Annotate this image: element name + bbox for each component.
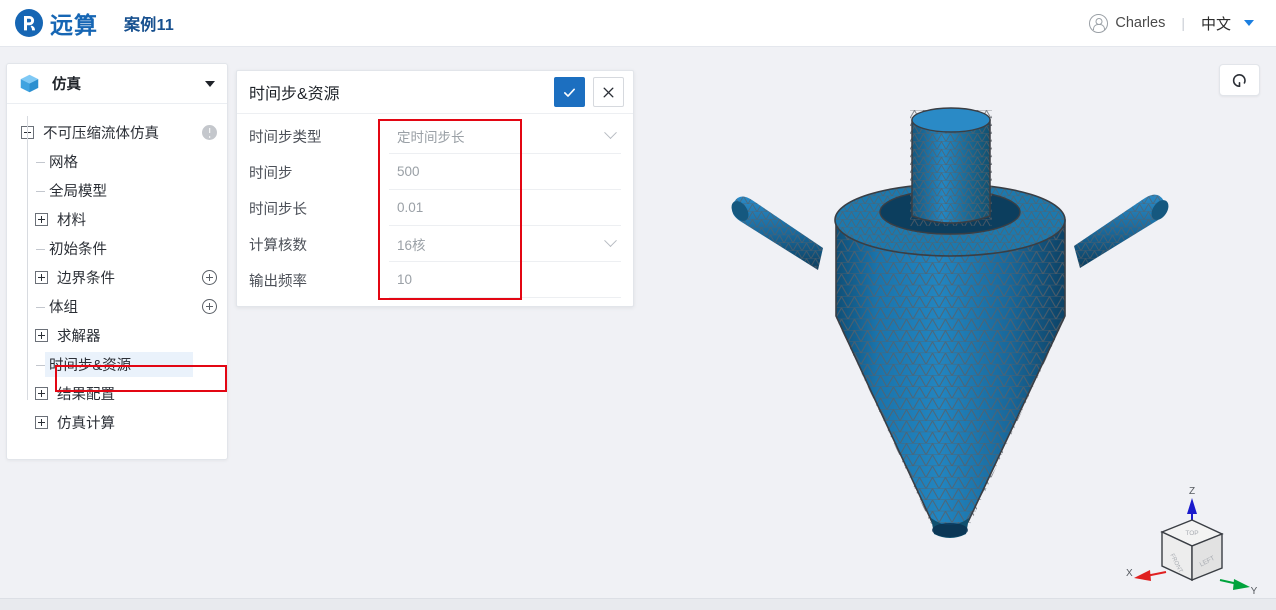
tree-item-8[interactable]: 时间步&资源 (7, 350, 227, 379)
check-icon (564, 88, 575, 97)
brand-name: 远算 (50, 12, 98, 38)
form-label-0: 时间步类型 (249, 129, 322, 146)
tree-item-label: 不可压缩流体仿真 (43, 126, 159, 142)
tree-item-label: 初始条件 (49, 242, 107, 258)
tree-item-2[interactable]: 全局模型 (7, 176, 227, 205)
app-header: 远算 案例11 Charles | 中文 (0, 0, 1276, 47)
tree-item-label: 时间步&资源 (49, 358, 132, 374)
tree-item-action[interactable] (202, 299, 217, 314)
view-cube-icon[interactable]: Z X Y TOP FRONT LEFT (1124, 484, 1264, 604)
user-name: Charles (1115, 15, 1166, 31)
form-row-1: 时间步 500 (237, 154, 633, 190)
caret-down-icon[interactable] (205, 80, 215, 87)
tree-connector (36, 306, 45, 308)
form-label-4: 输出频率 (249, 273, 307, 290)
status-bar (0, 598, 1276, 610)
language-label[interactable]: 中文 (1201, 13, 1231, 34)
right-inlet-tube (1074, 194, 1169, 268)
sidebar-header[interactable]: 仿真 (7, 64, 227, 104)
axis-label-z: Z (1189, 486, 1195, 497)
axis-label-x: X (1126, 568, 1133, 579)
form-value-0: 定时间步长 (397, 129, 465, 145)
plus-circle-icon[interactable] (202, 270, 217, 285)
yuansuan-logo-icon (15, 9, 43, 37)
tree-item-label: 结果配置 (57, 387, 115, 403)
simulation-sidebar: 仿真 不可压缩流体仿真网格全局模型材料初始条件边界条件体组求解器时间步&资源结果… (6, 63, 228, 460)
dropdown-3[interactable]: 16核 (389, 227, 621, 262)
properties-panel: 时间步&资源 时间步类型 定时间步长时间步 500 时间步长 0.01 计算核数 16核输出… (236, 70, 634, 307)
user-menu[interactable]: Charles (1089, 13, 1166, 33)
confirm-button[interactable] (554, 77, 585, 107)
close-icon (603, 86, 614, 98)
form-value-4: 10 (397, 272, 413, 287)
3d-viewport[interactable]: Z X Y TOP FRONT LEFT (640, 48, 1276, 610)
form-label-1: 时间步 (249, 165, 293, 182)
tree-item-1[interactable]: 网格 (7, 147, 227, 176)
sidebar-header-label: 仿真 (52, 77, 81, 93)
cancel-button[interactable] (593, 77, 624, 107)
case-title: 案例11 (124, 17, 175, 34)
form-row-2: 时间步长 0.01 (237, 190, 633, 226)
chevron-down-icon[interactable] (604, 126, 617, 140)
chevron-down-icon[interactable] (604, 234, 617, 248)
tree-item-action (202, 125, 217, 140)
expand-icon[interactable] (35, 329, 48, 342)
form-row-0: 时间步类型 定时间步长 (237, 118, 633, 154)
tree-connector (36, 161, 45, 163)
tree-connector (36, 190, 45, 192)
tree-item-6[interactable]: 体组 (7, 292, 227, 321)
tree-item-label: 仿真计算 (57, 416, 115, 432)
reset-view-icon (1232, 73, 1246, 87)
info-icon (202, 125, 217, 140)
tree-item-10[interactable]: 仿真计算 (7, 408, 227, 437)
cyclone-body (835, 218, 1066, 529)
left-inlet-tube (731, 196, 823, 270)
tree-item-label: 求解器 (57, 329, 101, 345)
tree-connector (36, 364, 45, 366)
header-divider: | (1181, 15, 1185, 31)
simulation-tree: 不可压缩流体仿真网格全局模型材料初始条件边界条件体组求解器时间步&资源结果配置仿… (7, 104, 227, 459)
tree-item-9[interactable]: 结果配置 (7, 379, 227, 408)
reset-view-button[interactable] (1219, 64, 1260, 96)
form-row-3: 计算核数 16核 (237, 226, 633, 262)
tree-item-label: 体组 (49, 300, 78, 316)
user-circle-icon (1089, 13, 1109, 33)
input-4[interactable]: 10 (389, 263, 621, 298)
tree-item-label: 材料 (57, 213, 86, 229)
tree-item-label: 网格 (49, 155, 78, 171)
tree-item-label: 边界条件 (57, 271, 115, 287)
tree-item-action[interactable] (202, 270, 217, 285)
chevron-down-icon[interactable] (1244, 20, 1254, 26)
tree-item-label: 全局模型 (49, 184, 107, 200)
brand-logo[interactable]: 远算 (14, 6, 98, 40)
dropdown-0[interactable]: 定时间步长 (389, 119, 621, 154)
form-value-2: 0.01 (397, 200, 424, 215)
expand-icon[interactable] (35, 387, 48, 400)
cube-icon (20, 74, 39, 93)
plus-circle-icon[interactable] (202, 299, 217, 314)
properties-panel-title: 时间步&资源 (249, 86, 340, 103)
properties-panel-header: 时间步&资源 (237, 71, 633, 114)
form-label-3: 计算核数 (249, 237, 307, 254)
tree-item-3[interactable]: 材料 (7, 205, 227, 234)
tree-stem (27, 116, 28, 400)
form-value-1: 500 (397, 164, 420, 179)
tree-connector (36, 248, 45, 250)
expand-icon[interactable] (35, 416, 48, 429)
expand-icon[interactable] (35, 213, 48, 226)
tree-item-5[interactable]: 边界条件 (7, 263, 227, 292)
form-row-4: 输出频率 10 (237, 262, 633, 298)
input-1[interactable]: 500 (389, 155, 621, 190)
tree-item-7[interactable]: 求解器 (7, 321, 227, 350)
properties-form: 时间步类型 定时间步长时间步 500 时间步长 0.01 计算核数 16核输出频率 10 (237, 114, 633, 306)
expand-icon[interactable] (35, 271, 48, 284)
tree-item-0[interactable]: 不可压缩流体仿真 (7, 118, 227, 147)
input-2[interactable]: 0.01 (389, 191, 621, 226)
vortex-finder (910, 107, 992, 226)
form-value-3: 16核 (397, 237, 426, 253)
axis-label-y: Y (1251, 586, 1258, 597)
form-label-2: 时间步长 (249, 201, 307, 218)
cube-face-top: TOP (1185, 530, 1198, 537)
tree-item-4[interactable]: 初始条件 (7, 234, 227, 263)
